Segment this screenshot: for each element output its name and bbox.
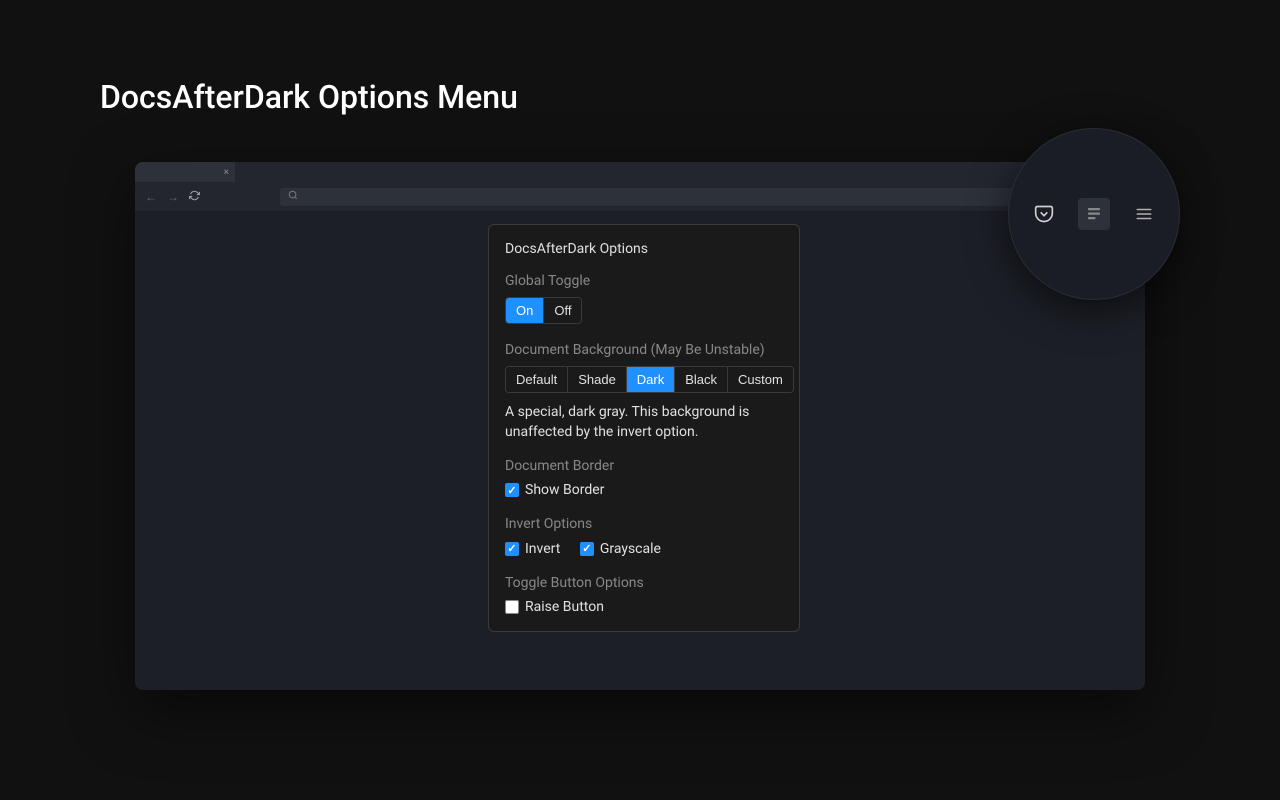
document-icon[interactable] [1078,198,1110,230]
global-toggle-off[interactable]: Off [544,298,581,323]
raise-button-checkbox[interactable] [505,600,519,614]
panel-title: DocsAfterDark Options [505,241,783,257]
bg-shade[interactable]: Shade [568,367,627,392]
menu-icon[interactable] [1128,198,1160,230]
invert-checkbox[interactable] [505,542,519,556]
doc-border-label: Document Border [505,458,783,474]
browser-window: × ← → DocsAfterDark Options Global Togg [135,162,1145,690]
pocket-icon[interactable] [1028,198,1060,230]
browser-tab[interactable]: × [135,162,235,182]
global-toggle-label: Global Toggle [505,273,783,289]
raise-button-label[interactable]: Raise Button [525,599,604,615]
bg-description: A special, dark gray. This background is… [505,403,783,442]
grayscale-checkbox[interactable] [580,542,594,556]
global-toggle-on[interactable]: On [506,298,544,323]
bg-default[interactable]: Default [506,367,568,392]
toggle-btn-label: Toggle Button Options [505,575,783,591]
browser-content: DocsAfterDark Options Global Toggle On O… [135,212,1145,690]
nav-bar: ← → [135,182,1145,212]
nav-forward-icon[interactable]: → [167,190,179,204]
invert-label: Invert Options [505,516,783,532]
bg-dark[interactable]: Dark [627,367,675,392]
url-bar[interactable] [280,188,1115,206]
invert-option-row: Invert [505,541,560,557]
doc-bg-label: Document Background (May Be Unstable) [505,342,783,358]
raise-button-row: Raise Button [505,599,783,615]
invert-checkbox-label[interactable]: Invert [525,541,560,557]
options-panel: DocsAfterDark Options Global Toggle On O… [488,224,800,632]
bg-black[interactable]: Black [675,367,728,392]
doc-bg-group: Default Shade Dark Black Custom [505,366,794,393]
tab-bar: × [135,162,1145,182]
grayscale-option-row: Grayscale [580,541,661,557]
page-title: DocsAfterDark Options Menu [100,78,518,116]
invert-row: Invert Grayscale [505,540,783,557]
search-icon [288,190,298,203]
show-border-label[interactable]: Show Border [525,482,604,498]
nav-back-icon[interactable]: ← [145,190,157,204]
show-border-checkbox[interactable] [505,483,519,497]
global-toggle-group: On Off [505,297,582,324]
grayscale-checkbox-label[interactable]: Grayscale [600,541,661,557]
bg-custom[interactable]: Custom [728,367,793,392]
toolbar-zoom-circle [1008,128,1180,300]
nav-refresh-icon[interactable] [189,190,200,204]
show-border-row: Show Border [505,482,783,498]
tab-close-icon[interactable]: × [224,167,229,178]
